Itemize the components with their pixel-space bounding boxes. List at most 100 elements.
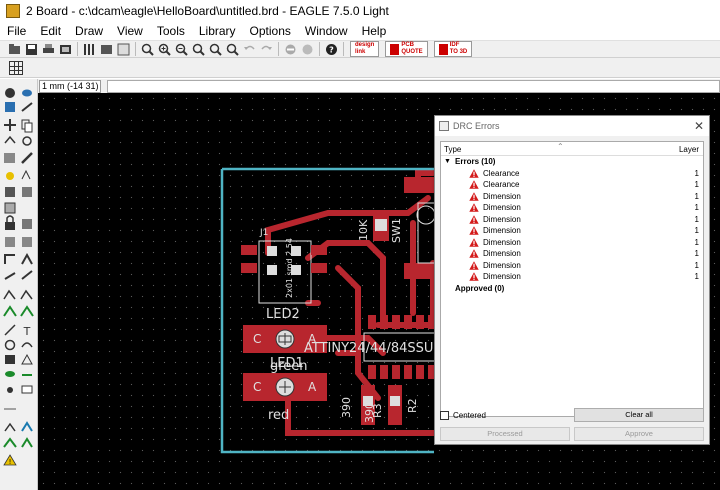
- error-row[interactable]: Dimension 1: [441, 225, 703, 237]
- column-layer[interactable]: Layer: [679, 143, 699, 156]
- command-line-input[interactable]: [107, 79, 720, 93]
- centered-checkbox[interactable]: [440, 411, 449, 420]
- display-icon[interactable]: [5, 102, 15, 112]
- hole-icon[interactable]: [7, 387, 13, 393]
- close-icon[interactable]: ✕: [689, 119, 709, 133]
- help-icon[interactable]: ?: [324, 42, 339, 57]
- menu-view[interactable]: View: [110, 22, 150, 40]
- copy-icon[interactable]: [21, 119, 33, 133]
- mirror-icon[interactable]: [4, 135, 16, 144]
- errors-warning-icon[interactable]: !: [3, 454, 17, 466]
- move-icon[interactable]: [4, 119, 16, 131]
- menu-library[interactable]: Library: [192, 22, 243, 40]
- split-icon[interactable]: [21, 252, 33, 265]
- autorouter-icon[interactable]: [21, 421, 33, 432]
- menu-options[interactable]: Options: [243, 22, 298, 40]
- cam-processor-icon[interactable]: [58, 42, 73, 57]
- error-row[interactable]: Dimension 1: [441, 214, 703, 226]
- errors-group[interactable]: ▼ Errors (10): [441, 156, 703, 168]
- value-icon[interactable]: [5, 237, 15, 247]
- zoom-out-icon[interactable]: [174, 42, 189, 57]
- show-icon[interactable]: [22, 89, 32, 97]
- collapse-arrow-icon[interactable]: ▼: [444, 156, 451, 168]
- zoom-select-icon[interactable]: [208, 42, 223, 57]
- arc-icon[interactable]: [21, 342, 33, 348]
- drc-icon[interactable]: [21, 437, 33, 448]
- label-sw1: SW1: [390, 218, 403, 243]
- name-icon[interactable]: [22, 219, 32, 229]
- error-layer: 1: [694, 237, 699, 247]
- board-icon[interactable]: [99, 42, 114, 57]
- ratsnest-icon[interactable]: [4, 422, 16, 432]
- delete-icon[interactable]: [21, 169, 31, 180]
- polygon-icon[interactable]: [21, 353, 33, 365]
- route-icon[interactable]: [3, 289, 16, 300]
- rotate-icon[interactable]: [22, 136, 32, 146]
- paste-icon[interactable]: [6, 172, 14, 180]
- menu-file[interactable]: File: [0, 22, 33, 40]
- open-icon[interactable]: [7, 42, 22, 57]
- zoom-in-icon[interactable]: [157, 42, 172, 57]
- info-icon[interactable]: [5, 88, 15, 98]
- group-icon[interactable]: [4, 153, 15, 163]
- error-row[interactable]: Dimension 1: [441, 271, 703, 283]
- menu-bar: File Edit Draw View Tools Library Option…: [0, 22, 720, 40]
- pcb-quote-button[interactable]: PCB QUOTE: [385, 41, 428, 57]
- via-icon[interactable]: [5, 371, 15, 377]
- menu-edit[interactable]: Edit: [33, 22, 68, 40]
- zoom-fit-icon[interactable]: [140, 42, 155, 57]
- go-icon[interactable]: [300, 42, 315, 57]
- zoom-area-icon[interactable]: [225, 42, 240, 57]
- clear-all-button[interactable]: Clear all: [574, 408, 704, 422]
- smash-icon[interactable]: [22, 237, 32, 247]
- save-icon[interactable]: [24, 42, 39, 57]
- error-row[interactable]: Dimension 1: [441, 237, 703, 249]
- zoom-redraw-icon[interactable]: [191, 42, 206, 57]
- text-icon[interactable]: T: [23, 325, 31, 338]
- menu-draw[interactable]: Draw: [68, 22, 110, 40]
- miter-icon[interactable]: [4, 254, 15, 264]
- column-type[interactable]: Type: [444, 143, 461, 156]
- optimize-icon[interactable]: [4, 272, 16, 280]
- menu-window[interactable]: Window: [298, 22, 355, 40]
- error-row[interactable]: Dimension 1: [441, 202, 703, 214]
- label-j1: J1: [259, 228, 268, 238]
- change-icon[interactable]: [21, 152, 33, 164]
- approved-group[interactable]: Approved (0): [441, 283, 703, 295]
- circle-icon[interactable]: [4, 339, 16, 351]
- attribute-icon[interactable]: [21, 385, 33, 394]
- error-row[interactable]: Dimension 1: [441, 260, 703, 272]
- add-icon[interactable]: [5, 187, 15, 197]
- redo-icon[interactable]: [259, 42, 274, 57]
- schematic-icon[interactable]: [116, 42, 131, 57]
- ripup-icon[interactable]: [20, 289, 33, 300]
- drc-error-list[interactable]: Type ⌃ Layer ▼ Errors (10) Clearance 1 Cle…: [440, 141, 704, 417]
- error-row[interactable]: Dimension 1: [441, 191, 703, 203]
- drc-title: DRC Errors: [453, 121, 500, 131]
- stop-icon[interactable]: [283, 42, 298, 57]
- meander-icon[interactable]: [21, 270, 33, 280]
- menu-tools[interactable]: Tools: [150, 22, 192, 40]
- grid-icon[interactable]: [9, 60, 23, 75]
- error-row[interactable]: Dimension 1: [441, 248, 703, 260]
- lock-icon[interactable]: [5, 215, 15, 230]
- rect-icon[interactable]: [5, 355, 15, 364]
- erc-icon[interactable]: [3, 437, 17, 448]
- error-row[interactable]: Clearance 1: [441, 179, 703, 191]
- mark-icon[interactable]: [21, 102, 33, 112]
- replace-icon[interactable]: [4, 202, 16, 214]
- airwire-icon[interactable]: [20, 305, 34, 317]
- pinswap-icon[interactable]: [22, 187, 32, 197]
- line-icon[interactable]: [4, 324, 16, 336]
- print-icon[interactable]: [41, 42, 56, 57]
- error-row[interactable]: Clearance 1: [441, 168, 703, 180]
- processed-button[interactable]: Processed: [440, 427, 570, 441]
- centered-checkbox-row[interactable]: Centered: [440, 411, 486, 420]
- design-link-button[interactable]: design link: [350, 41, 380, 57]
- layers-icon[interactable]: [82, 42, 97, 57]
- idf-to-3d-button[interactable]: IDF TO 3D: [433, 41, 473, 57]
- undo-icon[interactable]: [242, 42, 257, 57]
- menu-help[interactable]: Help: [355, 22, 394, 40]
- approve-button[interactable]: Approve: [574, 427, 704, 441]
- wire-icon[interactable]: [3, 305, 17, 317]
